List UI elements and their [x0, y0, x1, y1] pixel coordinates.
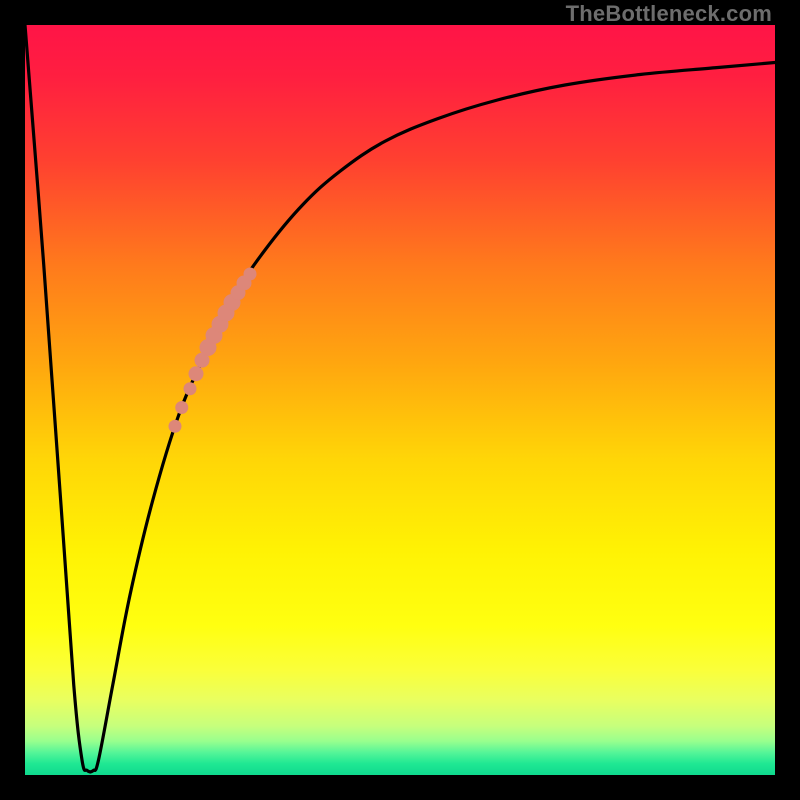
curve-dot [189, 367, 203, 381]
curve-dot [184, 383, 196, 395]
curve-dot [244, 268, 256, 280]
chart-container: TheBottleneck.com [0, 0, 800, 800]
plot-background [25, 25, 775, 775]
watermark-label: TheBottleneck.com [566, 1, 772, 27]
bottleneck-chart [25, 25, 775, 775]
curve-dot [176, 402, 188, 414]
curve-dot [169, 420, 181, 432]
